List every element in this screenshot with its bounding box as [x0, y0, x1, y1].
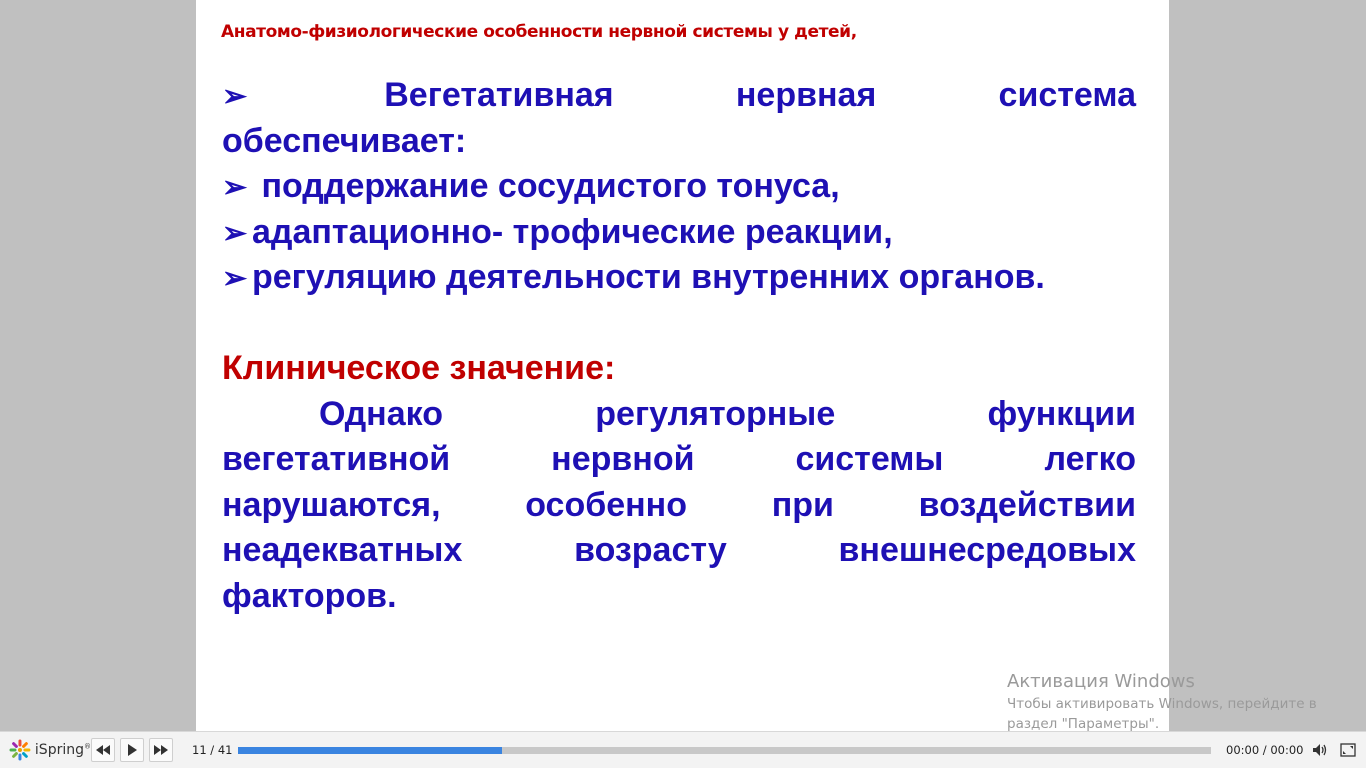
line-2: обеспечивает: — [222, 121, 467, 160]
fullscreen-icon — [1340, 743, 1356, 757]
ispring-logo[interactable]: iSpring® — [9, 739, 91, 761]
paragraph-line: вегетативной нервной системы легко — [222, 440, 1136, 478]
speaker-icon — [1313, 744, 1327, 756]
paragraph-line: неадекватных возрасту внешнесредовых — [222, 531, 1136, 569]
bullet-item: ➢ регуляцию деятельности внутренних орган… — [222, 255, 1136, 301]
bullet-arrow-icon: ➢ — [222, 80, 248, 113]
progress-fill — [238, 746, 502, 754]
word: система — [998, 76, 1136, 114]
paragraph-line: Однако регуляторные функции — [319, 394, 1136, 433]
bullet-item: ➢ адаптационно- трофические реакции, — [222, 210, 1136, 256]
paragraph-line: факторов. — [222, 576, 397, 615]
clinical-heading: Клиническое значение: — [222, 349, 616, 387]
slide-header: Анатомо-физиологические особенности нерв… — [221, 22, 857, 42]
bullet-item: ➢ поддержание сосудистого тонуса, — [222, 164, 1136, 210]
bullet-arrow-icon: ➢ — [222, 171, 248, 204]
player-controls: iSpring® 11 / 41 00:00 / 00:00 — [0, 731, 1366, 768]
slide-counter: 11 / 41 — [192, 743, 233, 757]
windows-activation-watermark: Активация Windows Чтобы активировать Win… — [1007, 671, 1317, 732]
bullet-arrow-icon: ➢ — [222, 262, 248, 295]
slide-canvas: Анатомо-физиологические особенности нерв… — [196, 0, 1169, 731]
progress-bar[interactable] — [238, 746, 1211, 754]
word: нервная — [735, 76, 877, 114]
slide-body: ➢ Вегетативная нервная система обеспечив… — [222, 73, 1136, 619]
word: Вегетативная — [384, 76, 614, 114]
ispring-logo-icon — [9, 739, 31, 761]
previous-slide-button[interactable] — [91, 738, 115, 762]
next-slide-button[interactable] — [149, 738, 173, 762]
time-display: 00:00 / 00:00 — [1226, 743, 1304, 757]
line-1: ➢ Вегетативная нервная система — [222, 73, 1136, 119]
volume-button[interactable] — [1308, 738, 1332, 762]
paragraph-line: нарушаются, особенно при воздействии — [222, 485, 1136, 524]
play-button[interactable] — [120, 738, 144, 762]
fast-forward-icon — [154, 745, 168, 755]
play-icon — [128, 744, 137, 756]
bullet-arrow-icon: ➢ — [222, 216, 248, 250]
fullscreen-button[interactable] — [1336, 738, 1360, 762]
brand-name: iSpring® — [34, 742, 91, 758]
rewind-icon — [96, 745, 110, 755]
